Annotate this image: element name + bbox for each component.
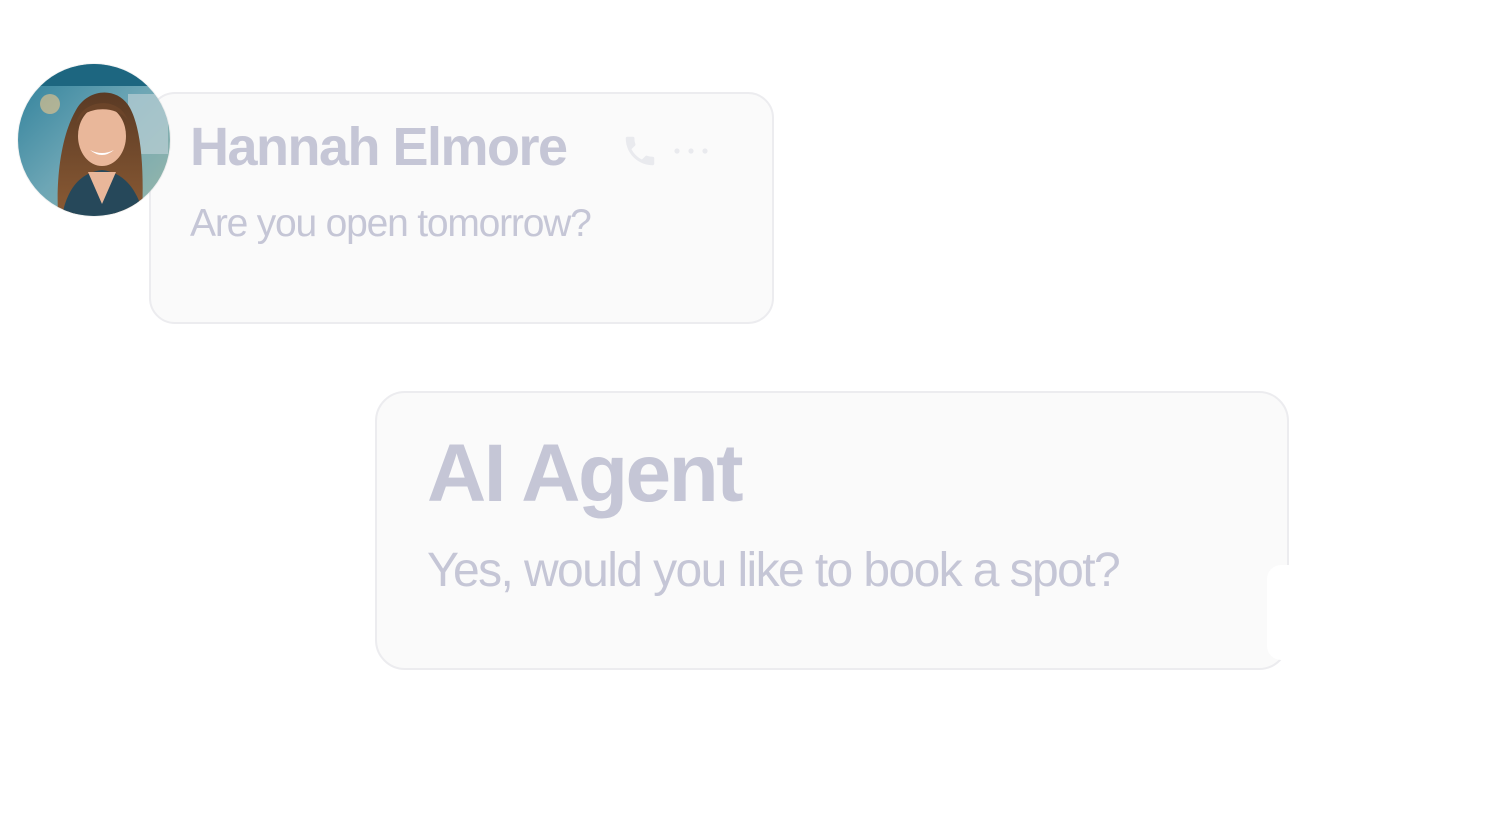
person-photo-icon — [18, 64, 170, 216]
agent-message-text: Yes, would you like to book a spot? — [427, 544, 1121, 597]
bubble-corner-notch — [1267, 565, 1291, 660]
sender-name: Hannah Elmore — [190, 117, 568, 177]
phone-icon[interactable] — [621, 132, 659, 175]
agent-name: AI Agent — [427, 428, 744, 519]
avatar — [18, 64, 170, 216]
message-text: Are you open tomorrow? — [190, 202, 592, 245]
more-options-icon[interactable] — [669, 144, 713, 163]
incoming-message-bubble: Hannah Elmore Are you open tomorrow? — [149, 92, 774, 324]
message-actions — [621, 132, 713, 175]
outgoing-message-bubble: AI Agent Yes, would you like to book a s… — [375, 391, 1291, 670]
